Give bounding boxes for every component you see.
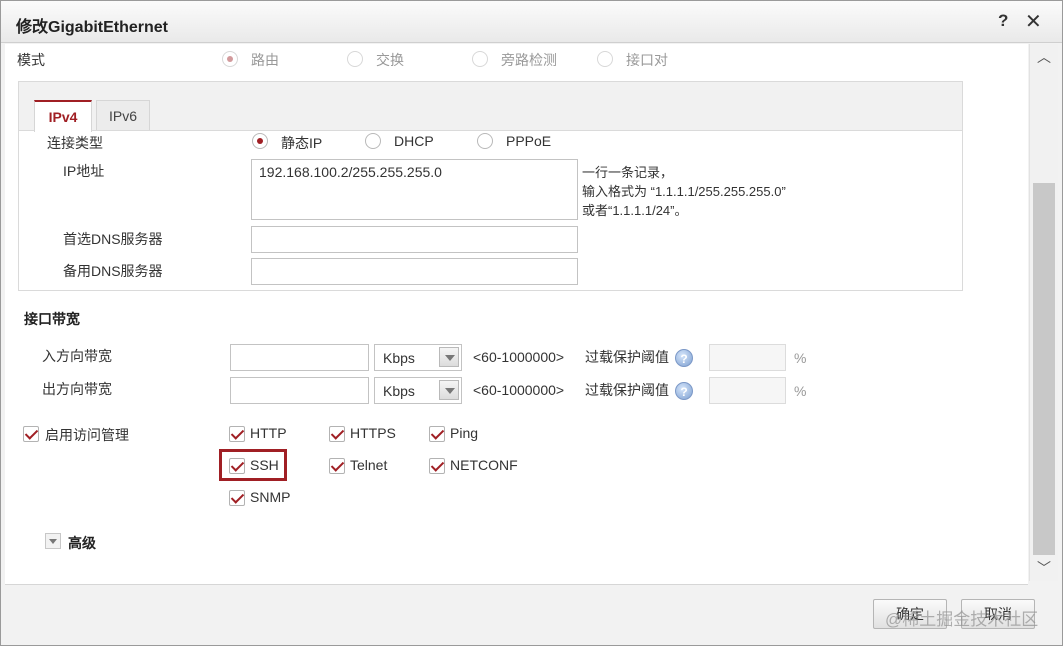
telnet-checkbox[interactable] <box>329 458 345 474</box>
access-management-checkbox[interactable] <box>23 426 39 442</box>
inbound-percent-sign: % <box>794 350 807 366</box>
inbound-range-hint: <60-1000000> <box>473 349 565 365</box>
conn-type-radio-static[interactable] <box>252 133 268 149</box>
mode-option-switch-label: 交换 <box>376 52 404 68</box>
ip-address-label: IP地址 <box>63 163 105 179</box>
chevron-down-icon <box>439 347 459 367</box>
inbound-unit-value: Kbps <box>383 350 415 366</box>
conn-type-static-label: 静态IP <box>281 135 323 151</box>
outbound-protect-input[interactable] <box>709 377 786 404</box>
netconf-label: NETCONF <box>450 457 518 473</box>
ping-label: Ping <box>450 425 479 441</box>
snmp-label: SNMP <box>250 489 291 505</box>
https-checkbox[interactable] <box>329 426 345 442</box>
inbound-protect-input[interactable] <box>709 344 786 371</box>
outbound-bandwidth-input[interactable] <box>230 377 369 404</box>
conn-type-radio-dhcp[interactable] <box>365 133 381 149</box>
inbound-bandwidth-input[interactable] <box>230 344 369 371</box>
dns2-label: 备用DNS服务器 <box>63 263 163 279</box>
scrollbar-thumb[interactable] <box>1033 183 1055 555</box>
scroll-down-icon[interactable]: ﹀ <box>1035 557 1053 579</box>
vertical-scrollbar[interactable]: ︿ ﹀ <box>1029 44 1058 581</box>
inbound-unit-select[interactable]: Kbps <box>374 344 462 371</box>
ping-checkbox[interactable] <box>429 426 445 442</box>
http-label: HTTP <box>250 425 287 441</box>
advanced-toggle-icon[interactable] <box>45 533 61 549</box>
telnet-label: Telnet <box>350 457 388 473</box>
ip-settings-panel: IPv4 IPv6 连接类型 静态IP DHCP PPPoE IP地址 192.… <box>18 81 963 291</box>
http-checkbox[interactable] <box>229 426 245 442</box>
dns2-input[interactable] <box>251 258 578 285</box>
https-label: HTTPS <box>350 425 396 441</box>
dns1-input[interactable] <box>251 226 578 253</box>
mode-option-route-label: 路由 <box>251 52 279 68</box>
help-icon[interactable]: ? <box>998 11 1008 31</box>
ssh-highlight-box <box>219 449 287 481</box>
edit-interface-dialog: 修改GigabitEthernet ? ✕ 模式 路由 交换 旁路检测 接口对 … <box>0 0 1063 646</box>
mode-label: 模式 <box>17 52 45 68</box>
tab-ipv4[interactable]: IPv4 <box>34 100 92 132</box>
dialog-titlebar: 修改GigabitEthernet ? ✕ <box>1 1 1062 43</box>
conn-type-label: 连接类型 <box>47 135 103 151</box>
mode-option-pair-label: 接口对 <box>626 52 668 68</box>
conn-type-dhcp-label: DHCP <box>394 133 434 149</box>
conn-type-pppoe-label: PPPoE <box>506 133 552 149</box>
watermark-text: @稀土掘金技术社区 <box>885 610 1039 629</box>
chevron-down-icon <box>439 380 459 400</box>
dialog-body: 模式 路由 交换 旁路检测 接口对 IPv4 IPv6 连接类型 静态IP DH… <box>5 44 1028 585</box>
access-management-label: 启用访问管理 <box>45 427 129 443</box>
inbound-protect-label: 过载保护阈值 <box>585 349 669 365</box>
tab-ipv6[interactable]: IPv6 <box>96 100 150 130</box>
mode-radio-bypass[interactable] <box>472 51 488 67</box>
inbound-bandwidth-label: 入方向带宽 <box>42 348 112 364</box>
close-icon[interactable]: ✕ <box>1025 9 1042 34</box>
dialog-title: 修改GigabitEthernet <box>16 19 169 36</box>
mode-radio-pair[interactable] <box>597 51 613 67</box>
ip-hint-line-3: 或者“1.1.1.1/24”。 <box>582 203 688 218</box>
outbound-unit-value: Kbps <box>383 383 415 399</box>
conn-type-radio-pppoe[interactable] <box>477 133 493 149</box>
snmp-checkbox[interactable] <box>229 490 245 506</box>
outbound-range-hint: <60-1000000> <box>473 382 565 398</box>
netconf-checkbox[interactable] <box>429 458 445 474</box>
mode-radio-route[interactable] <box>222 51 238 67</box>
dns1-label: 首选DNS服务器 <box>63 231 163 247</box>
mode-option-bypass-label: 旁路检测 <box>501 52 557 68</box>
ip-hint-line-1: 一行一条记录， <box>582 165 674 180</box>
bandwidth-section-title: 接口带宽 <box>24 311 80 327</box>
scroll-up-icon[interactable]: ︿ <box>1035 46 1053 68</box>
mode-radio-switch[interactable] <box>347 51 363 67</box>
ip-address-textarea[interactable]: 192.168.100.2/255.255.255.0 <box>251 159 578 220</box>
help-question-icon[interactable]: ? <box>675 349 693 367</box>
ip-hint-line-2: 输入格式为 “1.1.1.1/255.255.255.0” <box>582 184 786 199</box>
outbound-unit-select[interactable]: Kbps <box>374 377 462 404</box>
ip-tab-strip: IPv4 IPv6 <box>19 82 962 132</box>
outbound-percent-sign: % <box>794 383 807 399</box>
help-question-icon[interactable]: ? <box>675 382 693 400</box>
outbound-protect-label: 过载保护阈值 <box>585 382 669 398</box>
advanced-section-label[interactable]: 高级 <box>68 533 96 553</box>
outbound-bandwidth-label: 出方向带宽 <box>42 381 112 397</box>
